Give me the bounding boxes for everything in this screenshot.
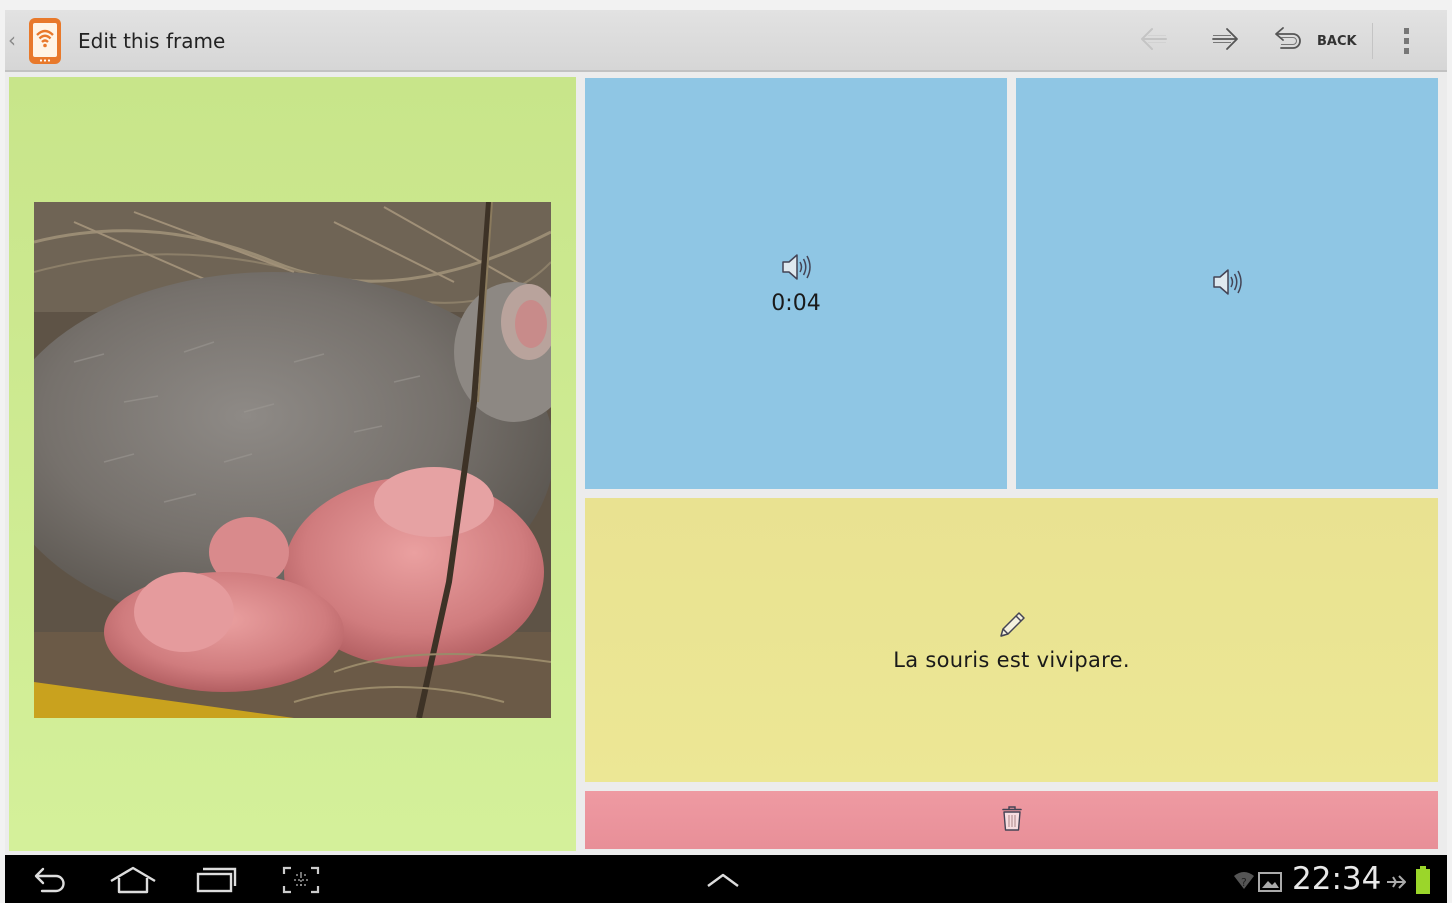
pencil-icon	[995, 608, 1029, 644]
speaker-icon	[779, 251, 813, 287]
back-return-icon	[1273, 24, 1305, 58]
speaker-icon	[1210, 266, 1244, 302]
action-bar-divider	[1372, 23, 1373, 59]
image-panel[interactable]	[9, 77, 576, 851]
airplane-icon	[1385, 871, 1407, 897]
caption-text: La souris est vivipare.	[893, 648, 1130, 672]
status-clock: 22:34	[1292, 861, 1382, 897]
undo-button[interactable]	[1136, 23, 1172, 59]
delete-panel[interactable]	[585, 791, 1438, 849]
nav-home-icon[interactable]	[108, 865, 158, 899]
audio-panel-empty[interactable]	[1016, 78, 1438, 489]
trash-icon	[1000, 804, 1024, 836]
redo-arrow-icon	[1209, 25, 1241, 57]
audio-panel-content	[1016, 78, 1438, 489]
back-button[interactable]: BACK	[1273, 24, 1357, 58]
overflow-menu-icon[interactable]	[1397, 26, 1417, 56]
undo-arrow-icon	[1138, 25, 1170, 57]
redo-button[interactable]	[1207, 23, 1243, 59]
svg-text:?: ?	[1241, 876, 1247, 889]
page-title: Edit this frame	[78, 29, 226, 53]
action-bar: ‹ Edit this frame BACK	[5, 10, 1447, 72]
audio-duration: 0:04	[771, 291, 821, 316]
text-panel[interactable]: La souris est vivipare.	[585, 498, 1438, 782]
nav-recent-icon[interactable]	[195, 865, 237, 899]
system-nav-bar: ? 22:34	[5, 855, 1447, 903]
app-wifi-phone-icon[interactable]	[27, 16, 63, 66]
gallery-icon	[1258, 871, 1282, 897]
nav-back-icon[interactable]	[32, 865, 70, 899]
text-panel-content: La souris est vivipare.	[585, 498, 1438, 782]
battery-icon	[1415, 865, 1431, 899]
up-caret-icon[interactable]: ‹	[8, 28, 16, 52]
screenshot-icon[interactable]	[281, 865, 321, 899]
audio-panel-recorded[interactable]: 0:04	[585, 78, 1007, 489]
app-screen: ‹ Edit this frame BACK 0:04 La souris es…	[5, 10, 1447, 903]
delete-panel-content	[585, 791, 1438, 849]
back-label: BACK	[1317, 33, 1357, 49]
wifi-icon: ?	[1233, 870, 1255, 896]
nav-up-chevron-icon[interactable]	[705, 871, 741, 893]
audio-panel-content: 0:04	[585, 78, 1007, 489]
mouse-photo	[34, 202, 551, 718]
